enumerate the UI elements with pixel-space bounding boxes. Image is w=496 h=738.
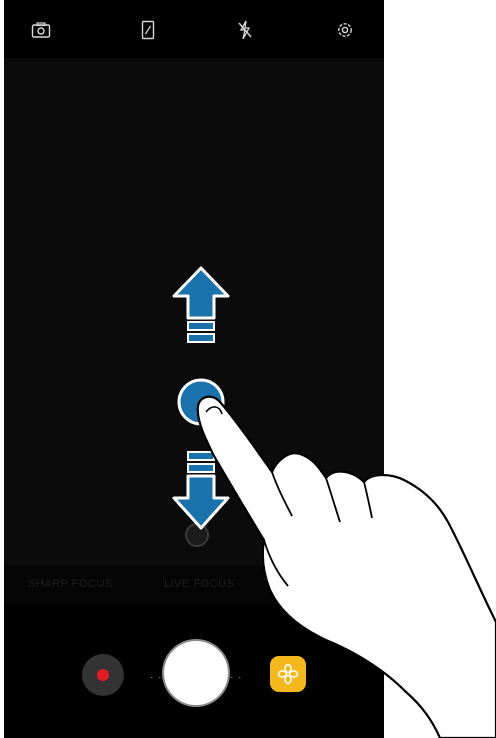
- record-icon: [97, 669, 109, 681]
- camera-bottom-bar: · · · ·: [4, 604, 384, 738]
- mode-live-focus[interactable]: LIVE FOCUS: [164, 578, 234, 590]
- camera-screen: SHARP FOCUS LIVE FOCUS · · · ·: [4, 0, 384, 738]
- camera-mode-bar: SHARP FOCUS LIVE FOCUS: [4, 566, 384, 604]
- gallery-flower-icon: [277, 663, 299, 685]
- flash-off-icon[interactable]: [234, 19, 256, 41]
- shutter-drag-indicator-right: · ·: [230, 672, 243, 683]
- mode-sharp-focus[interactable]: SHARP FOCUS: [28, 578, 113, 590]
- record-button[interactable]: [82, 654, 124, 696]
- aspect-ratio-icon[interactable]: [137, 19, 159, 41]
- camera-preview[interactable]: [4, 58, 384, 568]
- shutter-drag-indicator-left: · ·: [150, 672, 163, 683]
- shutter-button[interactable]: [167, 644, 225, 702]
- gallery-button[interactable]: [270, 656, 306, 692]
- switch-camera-icon[interactable]: [30, 19, 52, 41]
- camera-top-bar: [4, 0, 384, 58]
- settings-gear-icon[interactable]: [334, 19, 356, 41]
